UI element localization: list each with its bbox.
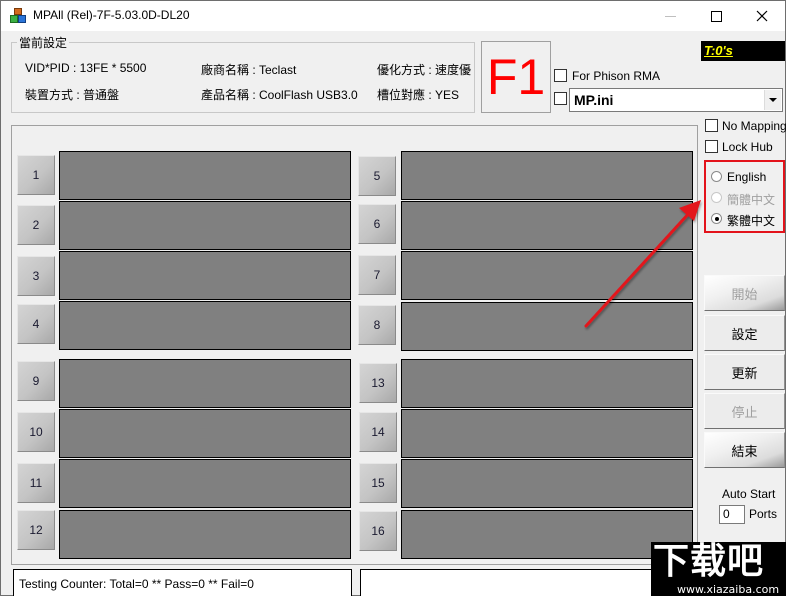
port-button-2[interactable]: 2 — [17, 205, 55, 245]
vendor-info: 廠商名稱 : Teclast — [201, 63, 297, 77]
auto-start-ports-label: Ports — [749, 507, 778, 521]
minimize-button[interactable] — [647, 1, 693, 31]
no-mapping-label: No Mapping — [722, 119, 786, 133]
slot-panel-11 — [59, 459, 351, 508]
slot-panel-5 — [401, 151, 693, 200]
f1-label: F1 — [486, 49, 546, 105]
close-icon — [756, 10, 768, 22]
status-message-box — [360, 569, 660, 596]
maximize-icon — [710, 10, 722, 22]
port-button-8[interactable]: 8 — [358, 305, 396, 345]
slot-panel-9 — [59, 359, 351, 408]
ini-file-select[interactable]: MP.ini — [569, 88, 783, 112]
window-title: MPAll (Rel)-7F-5.03.0D-DL20 — [33, 8, 190, 22]
port-button-5[interactable]: 5 — [358, 156, 396, 196]
app-icon — [10, 8, 26, 24]
port-button-15[interactable]: 15 — [359, 463, 397, 503]
slot-panel-7 — [401, 251, 693, 300]
port-button-3[interactable]: 3 — [17, 256, 55, 296]
port-button-11[interactable]: 11 — [17, 463, 55, 503]
refresh-button[interactable]: 更新 — [704, 354, 785, 390]
port-button-10[interactable]: 10 — [17, 412, 55, 452]
f1-indicator: F1 — [481, 41, 551, 113]
for-phison-rma-label: For Phison RMA — [572, 69, 661, 83]
port-button-9[interactable]: 9 — [17, 361, 55, 401]
exit-button[interactable]: 結束 — [704, 432, 785, 468]
slot-panel-1 — [59, 151, 351, 200]
chevron-down-icon — [769, 98, 777, 102]
port-button-6[interactable]: 6 — [358, 204, 396, 244]
slot-panel-13 — [401, 359, 693, 408]
slot-mapping-info: 槽位對應 : YES — [377, 88, 460, 102]
settings-button[interactable]: 設定 — [704, 315, 785, 351]
no-mapping-checkbox[interactable] — [705, 119, 718, 132]
vid-pid-info: VID*PID : 13FE * 5500 — [25, 61, 147, 75]
auto-start-label: Auto Start — [722, 487, 776, 501]
current-settings-group: 當前設定 VID*PID : 13FE * 5500 廠商名稱 : Teclas… — [11, 34, 475, 113]
start-button[interactable]: 開始 — [704, 275, 785, 311]
maximize-button[interactable] — [693, 1, 739, 31]
slot-panel-8 — [401, 302, 693, 351]
device-mode-info: 裝置方式 : 普通盤 — [25, 88, 120, 102]
radio-english[interactable] — [711, 171, 722, 182]
lock-hub-label: Lock Hub — [722, 140, 773, 154]
slot-panel-4 — [59, 301, 351, 350]
radio-traditional-chinese[interactable] — [711, 213, 722, 224]
lock-hub-checkbox[interactable] — [705, 140, 718, 153]
slot-panel-2 — [59, 201, 351, 250]
product-info: 產品名稱 : CoolFlash USB3.0 — [201, 88, 358, 102]
optimize-info: 優化方式 : 速度優 — [377, 63, 472, 77]
port-button-4[interactable]: 4 — [17, 304, 55, 344]
elapsed-timer: T:0's — [701, 41, 785, 61]
testing-counter-status: Testing Counter: Total=0 ** Pass=0 ** Fa… — [13, 569, 352, 596]
slot-panel-14 — [401, 409, 693, 458]
radio-english-label: English — [727, 170, 767, 184]
port-button-14[interactable]: 14 — [359, 412, 397, 452]
slot-panel-15 — [401, 459, 693, 508]
radio-simplified-chinese-label: 簡體中文 — [727, 193, 776, 207]
auto-start-ports-input[interactable]: 0 — [719, 505, 745, 524]
port-button-1[interactable]: 1 — [17, 155, 55, 195]
ini-dropdown-button[interactable] — [764, 90, 781, 110]
slot-panel-16 — [401, 510, 693, 559]
stop-button[interactable]: 停止 — [704, 393, 785, 429]
radio-traditional-chinese-label: 繁體中文 — [727, 214, 776, 228]
slot-panel-10 — [59, 409, 351, 458]
app-window: MPAll (Rel)-7F-5.03.0D-DL20 當前設定 VID*PID… — [0, 0, 786, 596]
slot-panel-12 — [59, 510, 351, 559]
for-phison-rma-checkbox[interactable] — [554, 69, 567, 82]
port-button-12[interactable]: 12 — [17, 510, 55, 550]
title-bar: MPAll (Rel)-7F-5.03.0D-DL20 — [1, 1, 785, 31]
radio-simplified-chinese[interactable] — [711, 192, 722, 203]
watermark-text: 下载吧 — [653, 541, 765, 582]
ini-file-value: MP.ini — [574, 92, 614, 108]
close-button[interactable] — [739, 1, 785, 31]
watermark-logo: 下载吧 www.xiazaiba.com — [651, 542, 786, 596]
ini-enable-checkbox[interactable] — [554, 92, 567, 105]
current-settings-label: 當前設定 — [17, 34, 70, 51]
watermark-url: www.xiazaiba.com — [677, 583, 780, 596]
port-button-13[interactable]: 13 — [359, 363, 397, 403]
slot-panel-6 — [401, 201, 693, 250]
slot-panel-3 — [59, 251, 351, 300]
language-selector-highlight: English 簡體中文 繁體中文 — [704, 160, 785, 233]
port-button-16[interactable]: 16 — [359, 511, 397, 551]
minimize-icon — [664, 15, 676, 17]
port-button-7[interactable]: 7 — [358, 255, 396, 295]
